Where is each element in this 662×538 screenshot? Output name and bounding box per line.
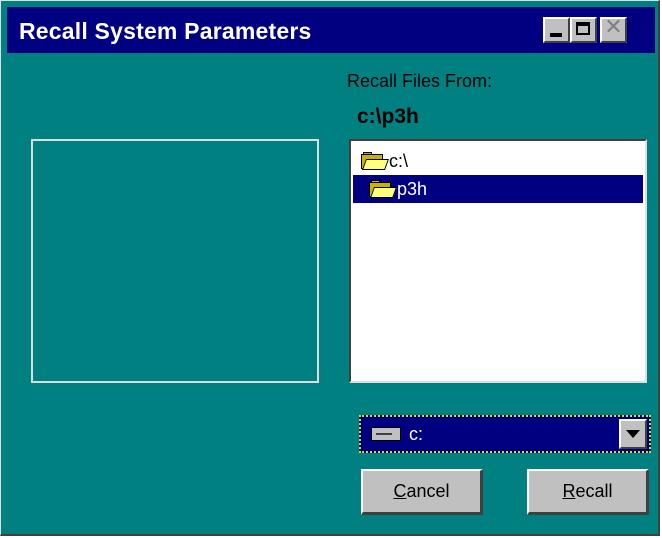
cancel-mnemonic: C <box>393 481 407 501</box>
title-bar[interactable]: Recall System Parameters ✕ <box>7 7 655 53</box>
preview-panel <box>31 139 319 383</box>
recall-dialog: Recall System Parameters ✕ Recall Files … <box>0 0 660 536</box>
directory-list[interactable]: c:\ p3h <box>349 139 647 383</box>
cancel-button[interactable]: Cancel <box>361 469 483 515</box>
directory-item-label: c:\ <box>389 151 409 171</box>
recall-mnemonic: R <box>562 481 576 501</box>
recall-label: ecall <box>575 481 613 501</box>
open-folder-icon <box>361 152 390 170</box>
recall-files-label: Recall Files From: <box>347 71 493 91</box>
close-icon: ✕ <box>604 14 623 39</box>
dropdown-arrow-button[interactable] <box>619 419 647 449</box>
cancel-label: ancel <box>406 481 450 501</box>
open-folder-icon <box>369 180 398 198</box>
close-button[interactable]: ✕ <box>600 14 627 43</box>
minimize-button[interactable] <box>543 17 570 43</box>
maximize-icon <box>576 22 590 35</box>
minimize-icon <box>550 33 562 37</box>
drive-icon <box>371 427 401 441</box>
directory-item-root[interactable]: c:\ <box>361 147 408 175</box>
chevron-down-icon <box>626 430 640 438</box>
maximize-button[interactable] <box>570 17 597 43</box>
drive-dropdown[interactable]: c: <box>359 415 651 453</box>
directory-item-label: p3h <box>397 179 428 199</box>
drive-selected-value: c: <box>409 424 424 444</box>
directory-item-p3h[interactable]: p3h <box>353 175 643 203</box>
recall-button[interactable]: Recall <box>527 469 649 515</box>
current-path-label: c:\p3h <box>357 105 419 128</box>
window-title: Recall System Parameters <box>19 18 312 44</box>
